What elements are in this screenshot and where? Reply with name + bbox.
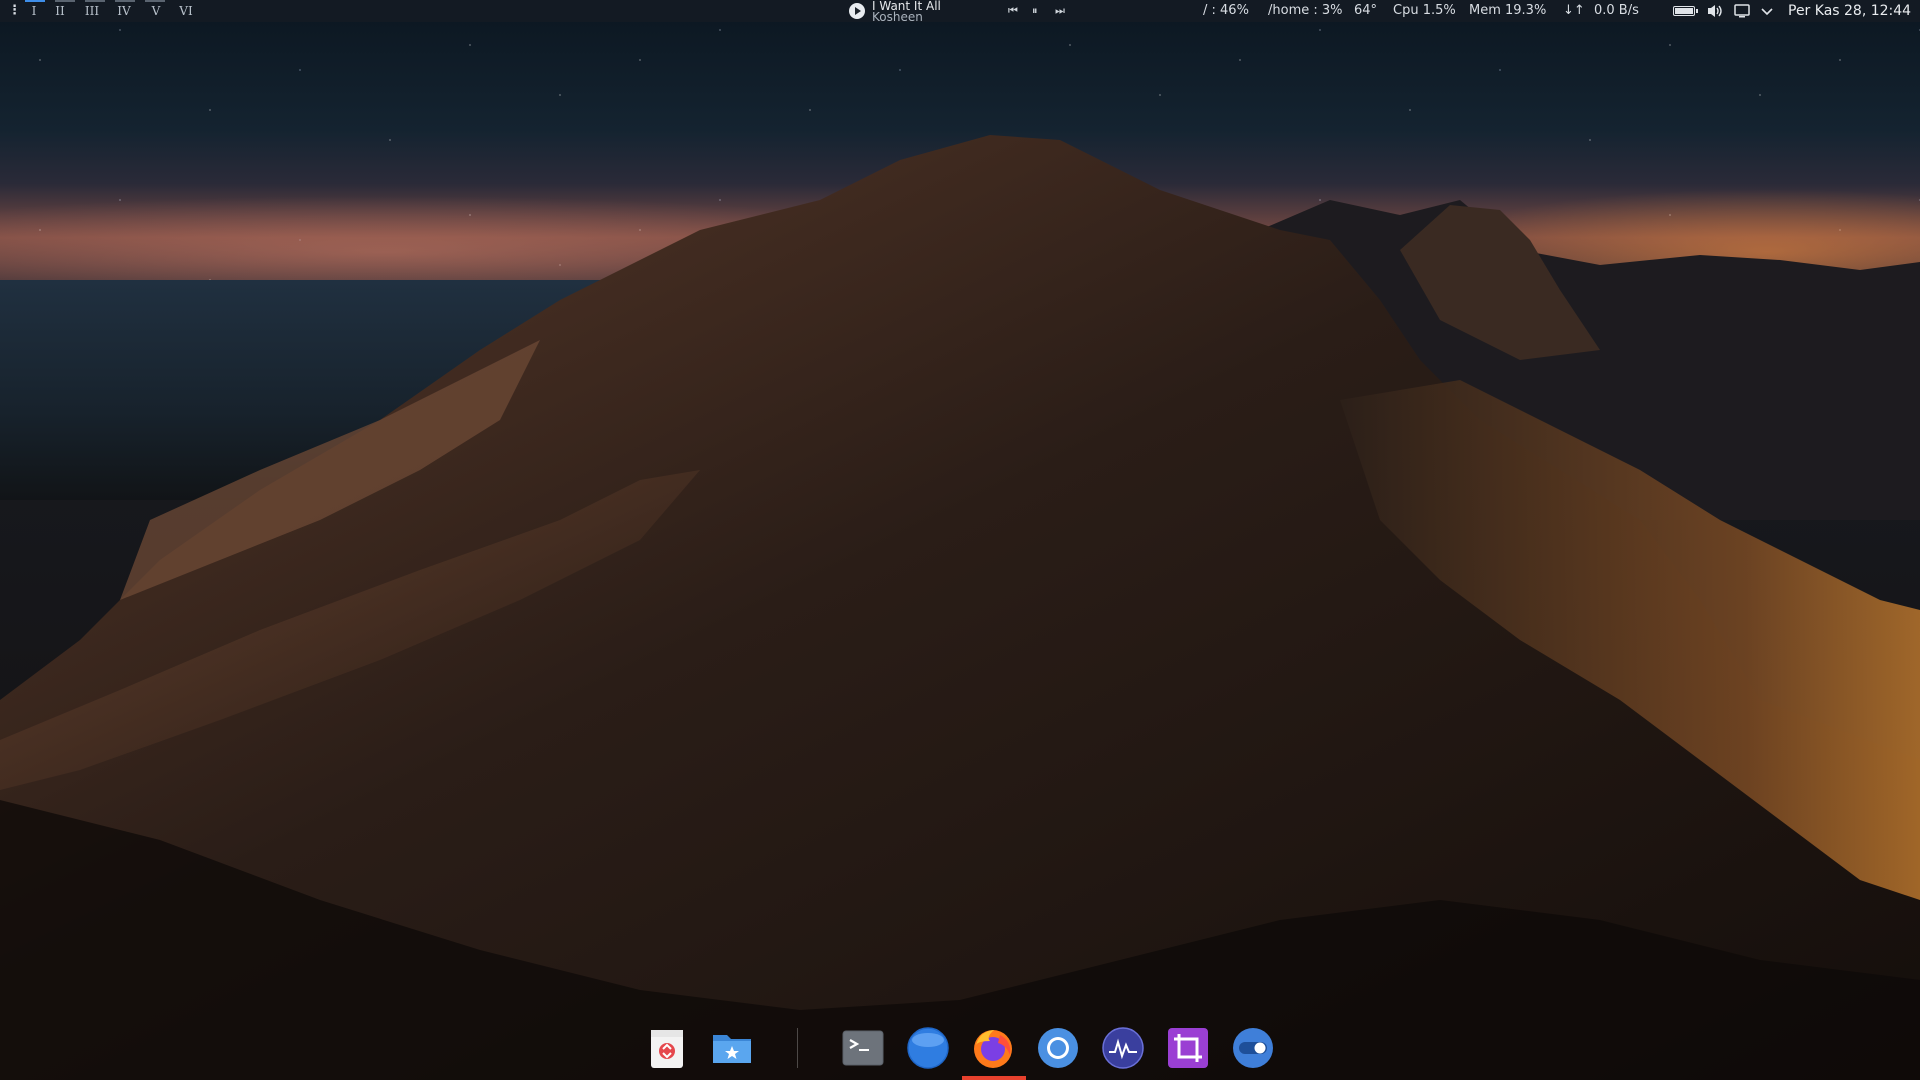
workspace-4[interactable]: IV: [112, 0, 136, 22]
cpu-usage: Cpu 1.5%: [1393, 3, 1456, 18]
workspace-6[interactable]: VI: [174, 0, 198, 22]
media-artist: Kosheen: [872, 10, 923, 24]
firefox-icon[interactable]: [970, 1025, 1016, 1071]
media-next-icon[interactable]: ⏭: [1055, 0, 1065, 22]
workspace-3[interactable]: III: [80, 0, 104, 22]
root-disk-usage: / : 46%: [1203, 3, 1249, 18]
display-icon[interactable]: [1733, 3, 1751, 19]
workspace-1[interactable]: I: [22, 0, 46, 22]
menu-icon[interactable]: ⋮: [8, 0, 21, 22]
wallpaper-mountains: [0, 135, 1920, 1080]
folder-icon[interactable]: [709, 1025, 755, 1071]
crop-icon[interactable]: [1165, 1025, 1211, 1071]
workspace-2[interactable]: II: [48, 0, 72, 22]
network-rate: 0.0 B/s: [1594, 3, 1639, 18]
battery-icon[interactable]: [1673, 6, 1698, 16]
desktop: ⋮ I II III IV V VI I Want It All Kosheen…: [0, 0, 1920, 1080]
network-arrows-icon: ↓↑: [1563, 3, 1585, 18]
terminal-icon[interactable]: [840, 1025, 886, 1071]
monitor-wave-icon[interactable]: [1100, 1025, 1146, 1071]
dock-separator: [797, 1028, 798, 1068]
chevron-down-icon[interactable]: [1760, 3, 1774, 19]
clock[interactable]: Per Kas 28, 12:44: [1788, 0, 1911, 22]
chromium-icon[interactable]: [1035, 1025, 1081, 1071]
toggle-icon[interactable]: [1230, 1025, 1276, 1071]
home-disk-usage: /home : 3%: [1268, 3, 1343, 18]
volume-icon[interactable]: [1706, 3, 1724, 19]
media-play-icon[interactable]: [849, 3, 865, 19]
memory-usage: Mem 19.3%: [1469, 3, 1547, 18]
top-panel: ⋮ I II III IV V VI I Want It All Kosheen…: [0, 0, 1920, 24]
globe-icon[interactable]: [905, 1025, 951, 1071]
media-pause-icon[interactable]: ⏸: [1032, 0, 1038, 22]
trash-icon[interactable]: [644, 1025, 690, 1071]
media-prev-icon[interactable]: ⏮: [1008, 0, 1018, 22]
dock-active-indicator: [962, 1076, 1026, 1080]
workspace-5[interactable]: V: [144, 0, 168, 22]
temperature-readout: 64°: [1354, 3, 1378, 18]
